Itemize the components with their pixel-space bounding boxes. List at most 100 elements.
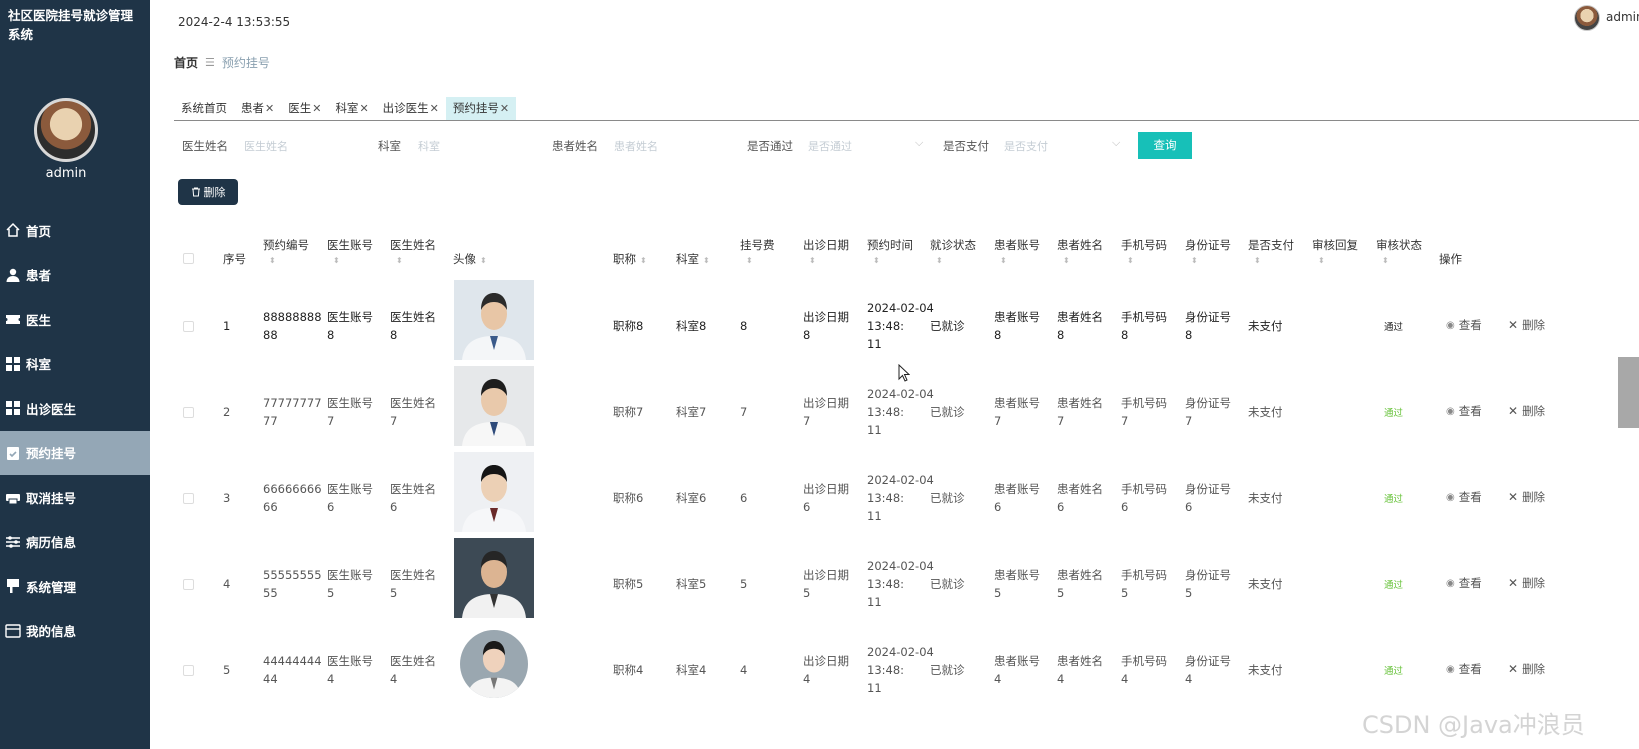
- table-row[interactable]: 4 55555555 55 医生账号5 医生姓名5 职称5 科室5 5 出诊日期…: [150, 538, 1639, 627]
- close-icon[interactable]: ✕: [500, 102, 509, 115]
- chevron-down-icon[interactable]: ⌵: [1112, 136, 1120, 150]
- row-checkbox[interactable]: [183, 665, 194, 676]
- sort-icon[interactable]: ⬍: [746, 257, 775, 265]
- table-row[interactable]: 3 66666666 66 医生账号6 医生姓名6 职称6 科室6 6 出诊日期…: [150, 452, 1639, 541]
- sidebar-item-5[interactable]: 预约挂号: [0, 430, 150, 475]
- th-visit-date[interactable]: 出诊日期 ⬍: [803, 237, 849, 265]
- view-button[interactable]: ◉ 查看: [1446, 403, 1482, 419]
- th-appt-time[interactable]: 预约时间 ⬍: [867, 237, 913, 265]
- table-row[interactable]: 5 44444444 44 医生账号4 医生姓名4 职称4 科室4 4 出诊日期…: [150, 624, 1639, 713]
- filter-department-input[interactable]: 科室: [418, 138, 440, 154]
- sidebar-item-7[interactable]: 病历信息: [0, 520, 150, 565]
- sidebar-item-1[interactable]: 患者: [0, 253, 150, 298]
- top-avatar[interactable]: [1574, 5, 1600, 31]
- sort-icon[interactable]: ⬍: [1191, 257, 1231, 265]
- th-fee[interactable]: 挂号费 ⬍: [740, 237, 775, 265]
- cell-doctor-account: 医生账号6: [327, 482, 373, 514]
- sort-icon[interactable]: ⬍: [1127, 257, 1167, 265]
- th-review-status[interactable]: 审核状态 ⬍: [1376, 237, 1422, 265]
- batch-delete-button[interactable]: 删除: [178, 179, 238, 205]
- sort-icon[interactable]: ⬍: [809, 257, 849, 265]
- row-checkbox[interactable]: [183, 579, 194, 590]
- top-username[interactable]: admin: [1606, 10, 1639, 24]
- sort-icon[interactable]: ⬍: [873, 257, 913, 265]
- row-checkbox[interactable]: [183, 493, 194, 504]
- sidebar-item-8[interactable]: 系统管理: [0, 564, 150, 609]
- doctor-photo[interactable]: [454, 538, 534, 618]
- cell-title: 职称6: [613, 491, 644, 505]
- vertical-scrollbar[interactable]: [1618, 357, 1639, 428]
- sidebar-item-2[interactable]: 医生: [0, 297, 150, 342]
- sort-icon[interactable]: ⬍: [1000, 257, 1040, 265]
- row-checkbox[interactable]: [183, 407, 194, 418]
- sort-icon[interactable]: ⬍: [1254, 257, 1294, 265]
- th-patient-account[interactable]: 患者账号 ⬍: [994, 237, 1040, 265]
- view-button[interactable]: ◉ 查看: [1446, 489, 1482, 505]
- th-phone[interactable]: 手机号码 ⬍: [1121, 237, 1167, 265]
- th-visit-status[interactable]: 就诊状态 ⬍: [930, 237, 976, 265]
- sort-icon[interactable]: ⬍: [703, 256, 710, 265]
- tab-0[interactable]: 系统首页: [174, 97, 234, 120]
- admin-avatar[interactable]: [34, 98, 98, 162]
- sidebar-item-9[interactable]: 我的信息: [0, 609, 150, 654]
- view-button[interactable]: ◉ 查看: [1446, 317, 1482, 333]
- doctor-photo[interactable]: [454, 366, 534, 446]
- delete-button[interactable]: ✕ 删除: [1508, 317, 1545, 333]
- delete-button[interactable]: ✕ 删除: [1508, 489, 1545, 505]
- sort-icon[interactable]: ⬍: [480, 256, 487, 265]
- sort-icon[interactable]: ⬍: [1063, 257, 1103, 265]
- sidebar-item-4[interactable]: 出诊医生: [0, 386, 150, 431]
- cell-visit-date: 出诊日期7: [803, 396, 849, 428]
- close-icon[interactable]: ✕: [430, 102, 439, 115]
- filter-patient-name-input[interactable]: 患者姓名: [614, 138, 658, 154]
- th-avatar[interactable]: 头像 ⬍: [453, 251, 487, 267]
- sort-icon[interactable]: ⬍: [1382, 257, 1422, 265]
- sort-icon[interactable]: ⬍: [333, 257, 373, 265]
- sidebar-item-3[interactable]: 科室: [0, 342, 150, 387]
- close-icon[interactable]: ✕: [265, 102, 274, 115]
- view-button[interactable]: ◉ 查看: [1446, 661, 1482, 677]
- filter-doctor-name-input[interactable]: 医生姓名: [244, 138, 288, 154]
- close-icon[interactable]: ✕: [312, 102, 321, 115]
- sort-icon[interactable]: ⬍: [936, 257, 976, 265]
- th-doctor-account[interactable]: 医生账号 ⬍: [327, 237, 373, 265]
- sidebar-item-6[interactable]: 取消挂号: [0, 475, 150, 520]
- sort-icon[interactable]: ⬍: [640, 256, 647, 265]
- sort-icon[interactable]: ⬍: [1318, 257, 1358, 265]
- filter-paid-select[interactable]: 是否支付: [1004, 138, 1048, 154]
- th-id-card[interactable]: 身份证号 ⬍: [1185, 237, 1231, 265]
- sort-icon[interactable]: ⬍: [269, 257, 309, 265]
- table-row[interactable]: 1 88888888 88 医生账号8 医生姓名8 职称8 科室8 8 出诊日期…: [150, 280, 1639, 369]
- sort-icon[interactable]: ⬍: [396, 257, 436, 265]
- th-department[interactable]: 科室 ⬍: [676, 251, 710, 267]
- th-title[interactable]: 职称 ⬍: [613, 251, 647, 267]
- row-checkbox[interactable]: [183, 321, 194, 332]
- th-paid[interactable]: 是否支付 ⬍: [1248, 237, 1294, 265]
- tab-5[interactable]: 预约挂号✕: [445, 97, 517, 120]
- select-all-checkbox[interactable]: [183, 253, 194, 264]
- tab-2[interactable]: 医生✕: [281, 97, 328, 120]
- query-button[interactable]: 查询: [1138, 132, 1192, 159]
- cell-department: 科室4: [676, 663, 707, 677]
- close-icon[interactable]: ✕: [359, 102, 368, 115]
- view-button[interactable]: ◉ 查看: [1446, 575, 1482, 591]
- delete-button[interactable]: ✕ 删除: [1508, 403, 1545, 419]
- chevron-down-icon[interactable]: ⌵: [915, 136, 923, 150]
- th-patient-name[interactable]: 患者姓名 ⬍: [1057, 237, 1103, 265]
- tab-4[interactable]: 出诊医生✕: [376, 97, 446, 120]
- delete-button[interactable]: ✕ 删除: [1508, 661, 1545, 677]
- breadcrumb-home[interactable]: 首页: [174, 54, 198, 71]
- th-appt-no[interactable]: 预约编号 ⬍: [263, 237, 309, 265]
- doctor-photo[interactable]: [460, 630, 528, 698]
- tab-1[interactable]: 患者✕: [234, 97, 281, 120]
- delete-button[interactable]: ✕ 删除: [1508, 575, 1545, 591]
- doctor-photo[interactable]: [454, 280, 534, 360]
- doctor-photo[interactable]: [454, 452, 534, 532]
- table-row[interactable]: 2 77777777 77 医生账号7 医生姓名7 职称7 科室7 7 出诊日期…: [150, 366, 1639, 455]
- cell-doctor-account: 医生账号4: [327, 654, 373, 686]
- filter-approved-select[interactable]: 是否通过: [808, 138, 852, 154]
- th-review-reply[interactable]: 审核回复 ⬍: [1312, 237, 1358, 265]
- tab-3[interactable]: 科室✕: [328, 97, 375, 120]
- th-doctor-name[interactable]: 医生姓名 ⬍: [390, 237, 436, 265]
- sidebar-item-0[interactable]: 首页: [0, 208, 150, 253]
